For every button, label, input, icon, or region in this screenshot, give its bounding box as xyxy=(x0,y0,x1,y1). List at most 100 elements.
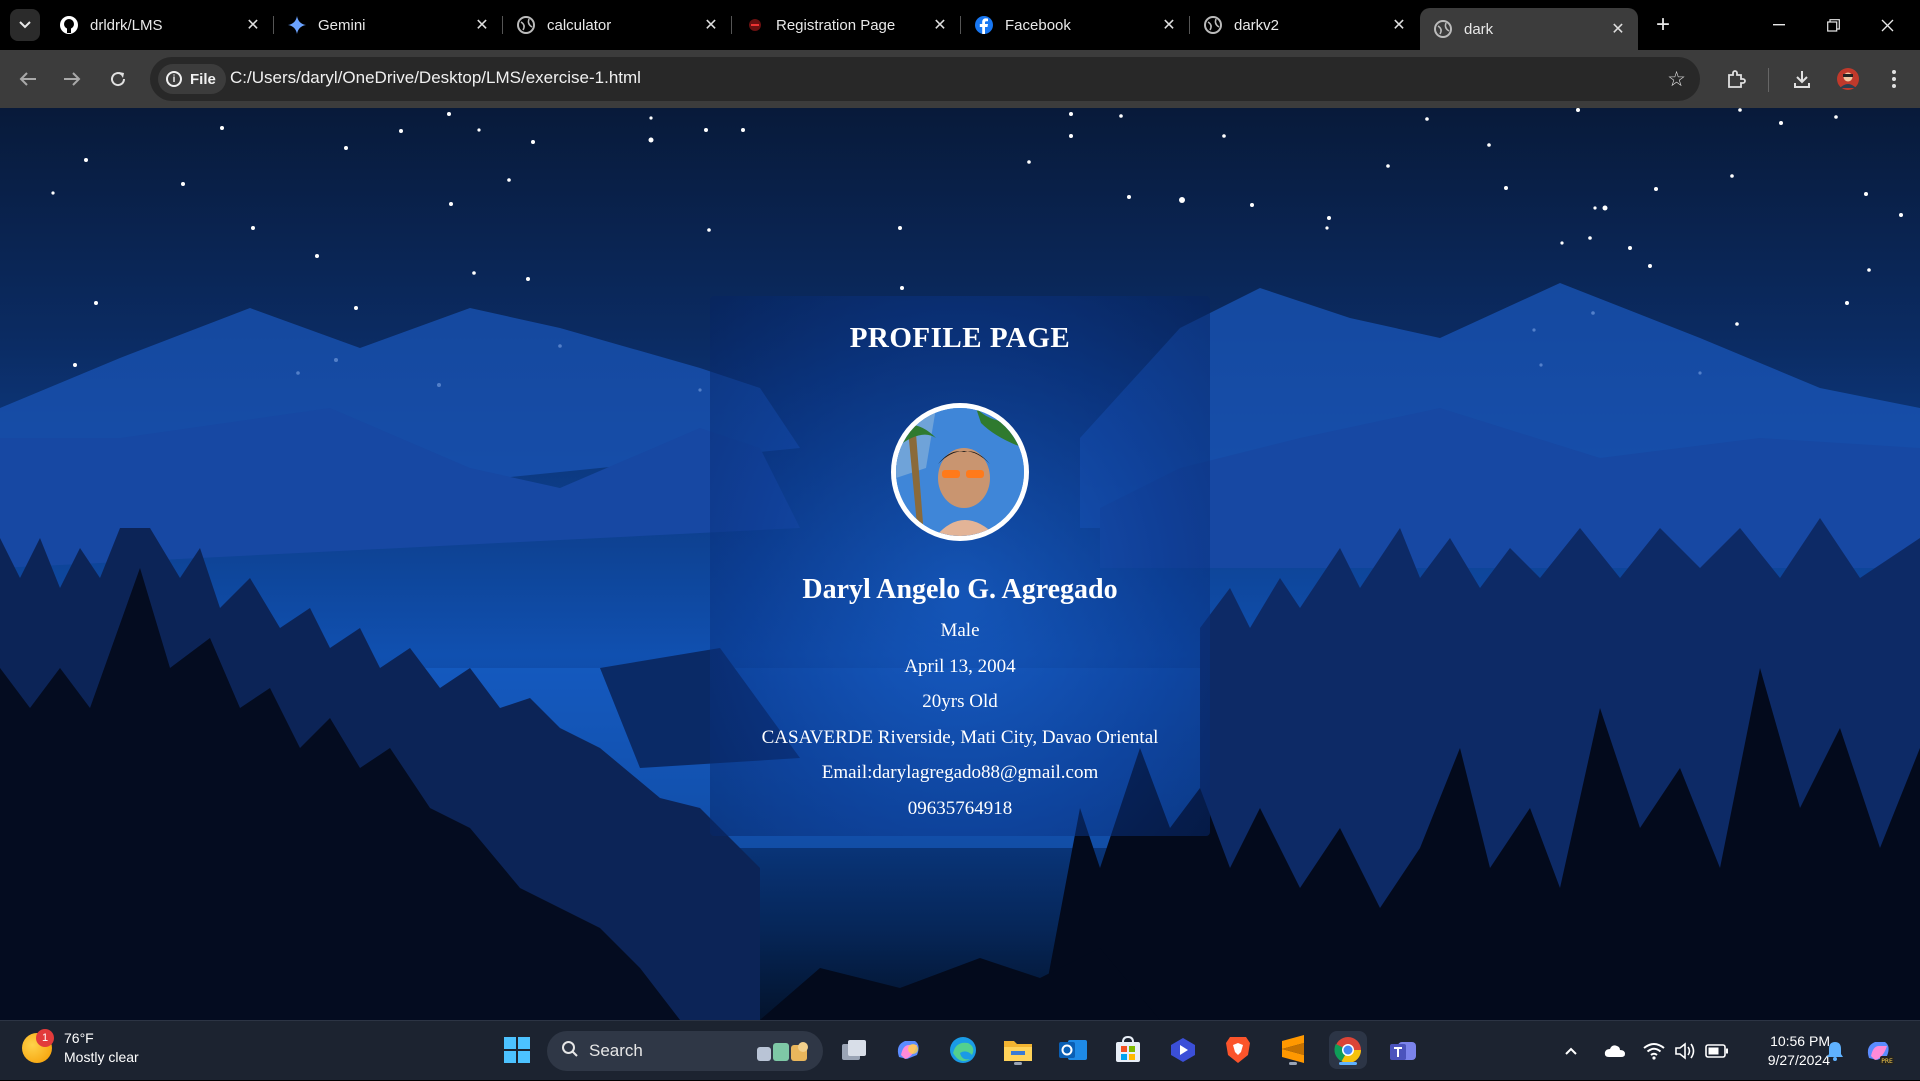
chrome-button[interactable] xyxy=(1329,1031,1367,1069)
teams-button[interactable] xyxy=(1384,1031,1422,1069)
page-icon xyxy=(746,16,764,34)
close-icon[interactable]: ✕ xyxy=(1606,17,1630,41)
microsoft-store-button[interactable] xyxy=(1109,1031,1147,1069)
bell-icon xyxy=(1827,1042,1843,1061)
new-tab-button[interactable]: + xyxy=(1648,10,1678,40)
tab-calculator[interactable]: calculator ✕ xyxy=(503,8,732,42)
reload-button[interactable] xyxy=(102,63,134,95)
download-icon xyxy=(1794,71,1810,88)
forward-button[interactable] xyxy=(56,63,88,95)
task-view-icon xyxy=(842,1040,866,1060)
battery-tray-icon[interactable] xyxy=(1705,1021,1729,1081)
profile-age: 20yrs Old xyxy=(922,691,998,712)
edge-button[interactable] xyxy=(944,1031,982,1069)
close-icon[interactable]: ✕ xyxy=(928,13,952,37)
search-icon xyxy=(561,1040,579,1063)
tab-dark-active[interactable]: dark ✕ xyxy=(1420,8,1638,50)
chevron-down-icon xyxy=(19,21,31,29)
tab-strip: drldrk/LMS ✕ Gemini ✕ calculator ✕ Regis… xyxy=(0,0,1920,50)
notification-badge: 1 xyxy=(36,1029,54,1047)
chrome-menu-button[interactable] xyxy=(1878,63,1910,95)
running-indicator xyxy=(1014,1062,1022,1065)
close-icon[interactable]: ✕ xyxy=(241,13,265,37)
navigation-toolbar: i File C:/Users/daryl/OneDrive/Desktop/L… xyxy=(0,50,1920,108)
globe-icon xyxy=(517,16,535,34)
tab-title: drldrk/LMS xyxy=(90,16,163,34)
clipchamp-button[interactable] xyxy=(1164,1031,1202,1069)
minimize-button[interactable] xyxy=(1752,8,1806,42)
kebab-menu-icon xyxy=(1892,70,1896,88)
bookmark-star-icon[interactable]: ☆ xyxy=(1667,67,1686,92)
taskbar-search[interactable]: Search xyxy=(547,1031,823,1071)
restore-button[interactable] xyxy=(1806,8,1860,42)
weather-condition: Mostly clear xyxy=(64,1049,139,1065)
profile-name: Daryl Angelo G. Agregado xyxy=(802,574,1118,605)
close-icon[interactable]: ✕ xyxy=(699,13,723,37)
reload-icon xyxy=(111,72,126,87)
profile-phone: 09635764918 xyxy=(907,798,1013,819)
tab-registration-page[interactable]: Registration Page ✕ xyxy=(732,8,961,42)
file-explorer-button[interactable] xyxy=(999,1031,1037,1069)
extensions-button[interactable] xyxy=(1720,63,1752,95)
chrome-icon xyxy=(1334,1037,1362,1064)
wifi-tray-icon[interactable] xyxy=(1643,1021,1665,1081)
profile-photo xyxy=(891,403,1029,541)
chevron-up-icon xyxy=(1565,1047,1577,1055)
clock[interactable]: 10:56 PM 9/27/2024 xyxy=(1740,1032,1830,1070)
running-indicator xyxy=(1289,1062,1297,1065)
globe-icon xyxy=(1204,16,1222,34)
search-label: Search xyxy=(589,1041,643,1060)
notifications-button[interactable] xyxy=(1826,1021,1844,1081)
volume-tray-icon[interactable] xyxy=(1674,1021,1696,1081)
arrow-right-icon xyxy=(64,72,81,86)
outlook-button[interactable] xyxy=(1054,1031,1092,1069)
video-editor-icon xyxy=(1171,1038,1195,1062)
start-button[interactable] xyxy=(498,1031,536,1069)
brave-button[interactable] xyxy=(1219,1031,1257,1069)
tab-gemini[interactable]: Gemini ✕ xyxy=(274,8,503,42)
sublime-text-button[interactable] xyxy=(1274,1031,1312,1069)
tab-darkv2[interactable]: darkv2 ✕ xyxy=(1190,8,1419,42)
copilot-icon xyxy=(897,1041,919,1059)
page-viewport: PROFILE PAGE Daryl Angelo G. Agregado Ma… xyxy=(0,108,1920,1020)
store-icon xyxy=(1116,1036,1140,1062)
profile-photo-image xyxy=(896,408,1024,536)
arrow-left-icon xyxy=(19,72,36,86)
url-text[interactable]: C:/Users/daryl/OneDrive/Desktop/LMS/exer… xyxy=(230,68,641,88)
tab-drldrk-lms[interactable]: drldrk/LMS ✕ xyxy=(46,8,274,42)
active-indicator xyxy=(1339,1062,1357,1065)
copilot-preview-button[interactable]: PRE xyxy=(1864,1021,1894,1081)
onedrive-tray-icon[interactable] xyxy=(1604,1021,1626,1081)
tab-title: darkv2 xyxy=(1234,16,1280,34)
weather-widget[interactable]: 1 76°F Mostly clear xyxy=(22,1029,139,1067)
speaker-icon xyxy=(1675,1042,1695,1060)
clock-date: 9/27/2024 xyxy=(1767,1052,1830,1068)
windows-taskbar: 1 76°F Mostly clear Search 10:56 PM 9/27… xyxy=(0,1020,1920,1080)
back-button[interactable] xyxy=(12,63,44,95)
address-bar[interactable]: i File C:/Users/daryl/OneDrive/Desktop/L… xyxy=(150,57,1700,101)
teams-icon xyxy=(1390,1042,1416,1060)
windows-logo-icon xyxy=(504,1037,530,1063)
profile-address: CASAVERDE Riverside, Mati City, Davao Or… xyxy=(761,727,1159,748)
show-hidden-icons-button[interactable] xyxy=(1564,1021,1578,1081)
close-icon xyxy=(1881,19,1893,31)
close-window-button[interactable] xyxy=(1860,8,1914,42)
battery-icon xyxy=(1705,1044,1728,1058)
gemini-icon xyxy=(288,16,306,34)
downloads-button[interactable] xyxy=(1786,63,1818,95)
profile-avatar-button[interactable] xyxy=(1832,63,1864,95)
tab-facebook[interactable]: Facebook ✕ xyxy=(961,8,1190,42)
search-highlight-icon xyxy=(753,1037,815,1070)
outlook-icon xyxy=(1059,1040,1087,1060)
wifi-icon xyxy=(1643,1043,1665,1060)
close-icon[interactable]: ✕ xyxy=(1387,13,1411,37)
site-info-chip[interactable]: i File xyxy=(158,64,226,94)
weather-temp: 76°F xyxy=(64,1030,94,1046)
close-icon[interactable]: ✕ xyxy=(1157,13,1181,37)
task-view-button[interactable] xyxy=(835,1031,873,1069)
tab-search-button[interactable] xyxy=(10,9,40,41)
svg-text:PRE: PRE xyxy=(1881,1058,1893,1065)
close-icon[interactable]: ✕ xyxy=(470,13,494,37)
copilot-button[interactable] xyxy=(889,1031,927,1069)
tab-title: dark xyxy=(1464,20,1494,38)
